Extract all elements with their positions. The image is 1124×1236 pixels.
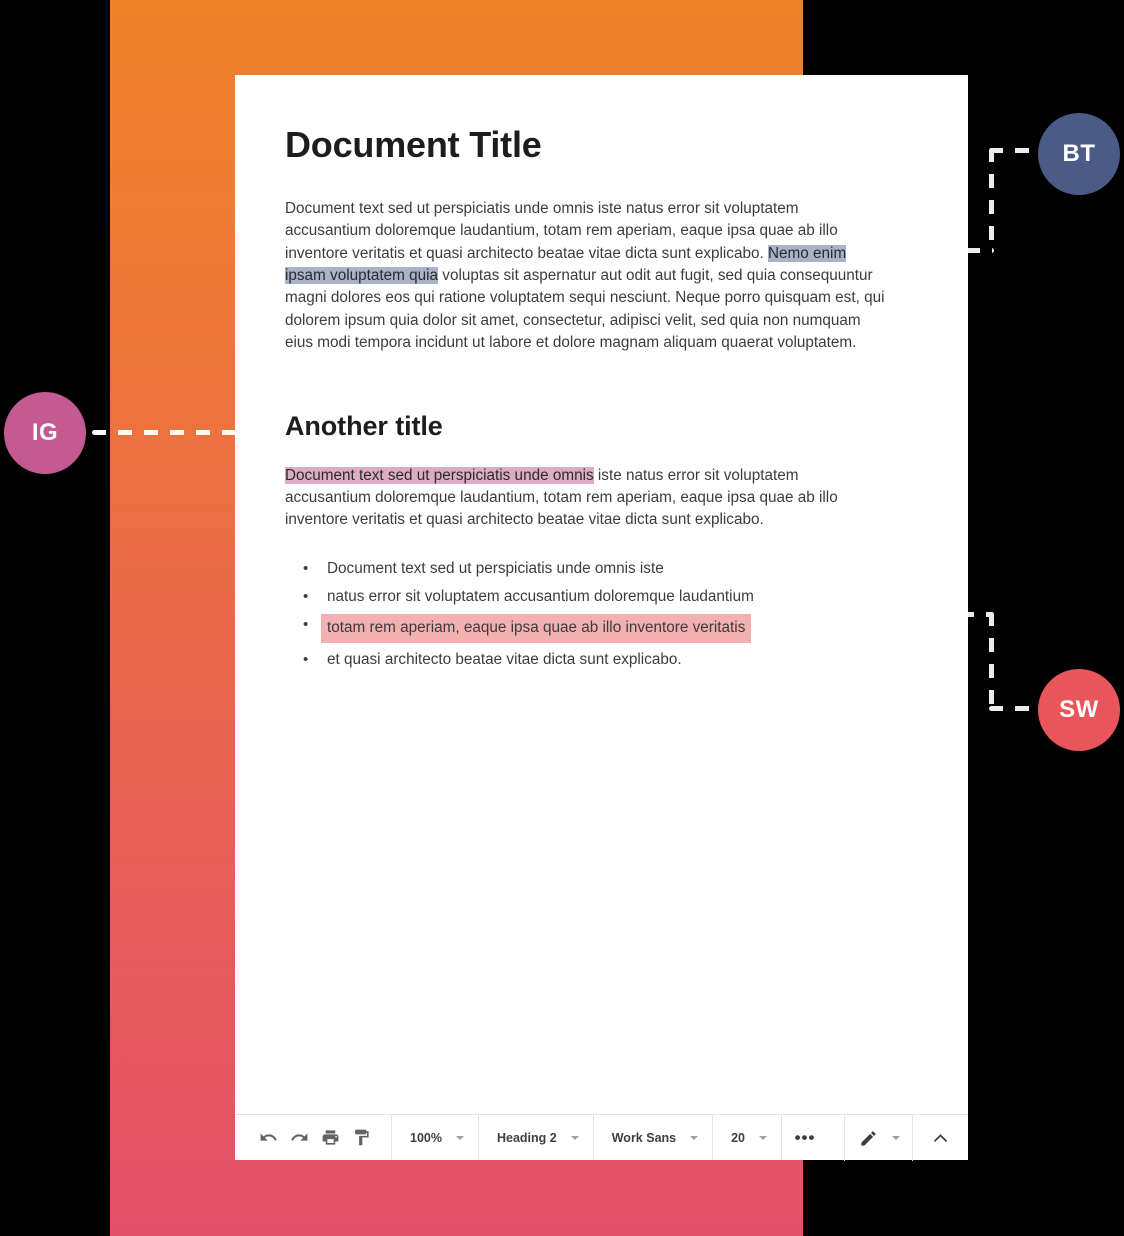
connector-sw-vertical [989, 612, 994, 710]
edit-mode-button[interactable] [844, 1115, 912, 1161]
more-options-button[interactable]: ••• [782, 1115, 828, 1161]
font-family-select[interactable]: Work Sans [594, 1115, 712, 1161]
avatar-initials: SW [1059, 696, 1099, 723]
paragraph-1-text-before: Document text sed ut perspiciatis unde o… [285, 200, 838, 262]
paragraph-style-select[interactable]: Heading 2 [479, 1115, 593, 1161]
font-size-value: 20 [731, 1130, 746, 1145]
list-item-label: et quasi architecto beatae vitae dicta s… [327, 650, 682, 668]
undo-button[interactable] [253, 1115, 284, 1161]
collapse-toolbar-button[interactable] [912, 1115, 968, 1161]
avatar-initials: IG [31, 419, 59, 446]
zoom-select-value: 100% [410, 1130, 442, 1145]
zoom-select-group: 100% [392, 1115, 479, 1160]
editor-toolbar: 100% Heading 2 Work Sans 20 ••• [235, 1114, 968, 1161]
document-bullet-list: • Document text sed ut perspiciatis unde… [285, 558, 918, 672]
paragraph-style-select-group: Heading 2 [479, 1115, 594, 1160]
chevron-up-icon [934, 1133, 947, 1142]
font-family-value: Work Sans [611, 1130, 677, 1145]
bullet-icon: • [303, 559, 309, 577]
chevron-down-icon [570, 1135, 579, 1140]
document-paragraph-2: Document text sed ut perspiciatis unde o… [285, 465, 887, 532]
avatar-initials: BT [1062, 140, 1096, 167]
screenshot-root: Document Title Document text sed ut pers… [0, 0, 1124, 1236]
avatar-bt[interactable]: BT [1038, 113, 1120, 195]
document-card: Document Title Document text sed ut pers… [235, 75, 968, 1161]
more-options-group: ••• [782, 1115, 828, 1160]
highlight-mauve-comment[interactable]: Document text sed ut perspiciatis unde o… [285, 466, 594, 484]
print-button[interactable] [315, 1115, 346, 1161]
redo-button[interactable] [284, 1115, 315, 1161]
connector-sw-bottom [989, 706, 1035, 711]
paragraph-style-value: Heading 2 [496, 1130, 557, 1145]
list-item: • natus error sit voluptatem accusantium… [285, 586, 918, 608]
list-item: • totam rem aperiam, eaque ipsa quae ab … [285, 614, 918, 643]
zoom-select[interactable]: 100% [392, 1115, 478, 1161]
paint-format-button[interactable] [346, 1115, 377, 1161]
chevron-down-icon [690, 1135, 699, 1140]
connector-bt-vertical [989, 148, 994, 252]
bullet-icon: • [303, 616, 309, 634]
font-family-select-group: Work Sans [594, 1115, 714, 1161]
list-item: • Document text sed ut perspiciatis unde… [285, 558, 918, 580]
highlight-salmon-comment[interactable]: totam rem aperiam, eaque ipsa quae ab il… [321, 614, 752, 643]
avatar-ig[interactable]: IG [4, 392, 86, 474]
chevron-down-icon [892, 1136, 900, 1140]
chevron-down-icon [759, 1135, 768, 1140]
connector-ig-horizontal [92, 430, 244, 435]
connector-bt-top [989, 148, 1035, 153]
list-item-label: natus error sit voluptatem accusantium d… [327, 587, 754, 605]
bullet-icon: • [303, 587, 309, 605]
font-size-select[interactable]: 20 [713, 1115, 781, 1161]
font-size-select-group: 20 [713, 1115, 783, 1161]
bullet-icon: • [303, 650, 309, 668]
document-title: Document Title [285, 124, 542, 165]
list-item: • et quasi architecto beatae vitae dicta… [285, 649, 918, 671]
toolbar-action-group [235, 1115, 392, 1160]
document-body[interactable]: Document Title Document text sed ut pers… [235, 75, 968, 1114]
document-paragraph-1: Document text sed ut perspiciatis unde o… [285, 198, 887, 354]
chevron-down-icon [455, 1135, 464, 1140]
pencil-icon [861, 1130, 876, 1146]
document-subtitle: Another title [285, 411, 443, 442]
list-item-label: Document text sed ut perspiciatis unde o… [327, 559, 664, 577]
avatar-sw[interactable]: SW [1038, 669, 1120, 751]
